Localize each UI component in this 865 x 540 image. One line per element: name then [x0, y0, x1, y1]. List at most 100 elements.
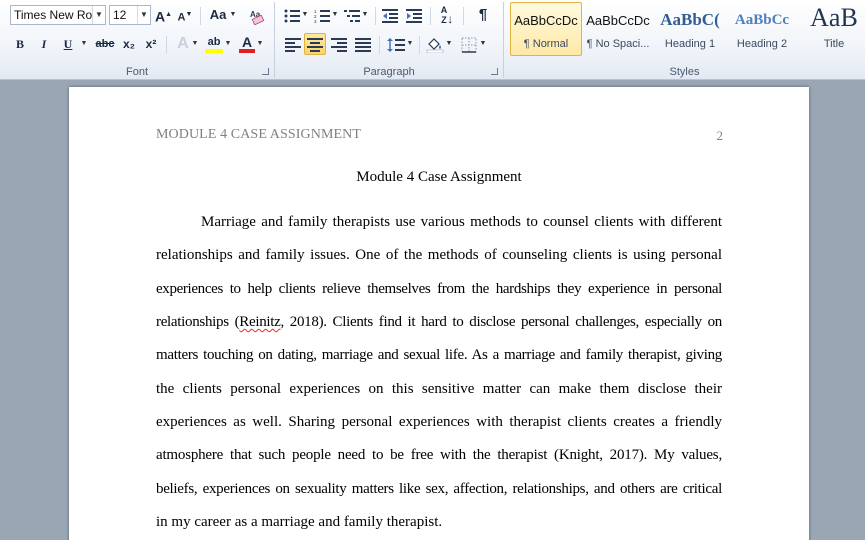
text-effects-dropdown-icon[interactable]: ▼ — [191, 33, 199, 55]
line-spacing-dropdown-icon[interactable]: ▼ — [406, 33, 414, 55]
body-line[interactable]: beliefs, experiences on sexuality matter… — [156, 481, 722, 498]
increase-indent-button[interactable] — [405, 4, 423, 26]
align-left-icon — [285, 37, 301, 52]
clear-formatting-button[interactable]: Aa — [247, 4, 267, 26]
font-name-combo[interactable]: Times New Rom ▼ — [10, 5, 106, 25]
shrink-font-button[interactable]: A▼ — [177, 4, 193, 26]
change-case-dropdown-icon[interactable]: ▼ — [229, 4, 237, 26]
separator — [379, 36, 380, 54]
line-spacing-button[interactable] — [386, 33, 406, 55]
decrease-indent-button[interactable] — [381, 4, 399, 26]
shading-dropdown-icon[interactable]: ▼ — [445, 33, 453, 55]
bold-button[interactable]: B — [12, 33, 28, 55]
style-normal[interactable]: AaBbCcDc ¶ Normal — [510, 2, 582, 56]
borders-icon — [461, 37, 477, 53]
document-area[interactable]: MODULE 4 CASE ASSIGNMENT 2 Module 4 Case… — [0, 81, 865, 540]
separator — [375, 7, 376, 25]
spelling-flag[interactable]: Reinitz — [239, 314, 281, 330]
superscript-label: x² — [145, 37, 157, 51]
style-heading-2[interactable]: AaBbCc Heading 2 — [726, 2, 798, 56]
font-size-value: 12 — [113, 8, 127, 22]
font-name-value: Times New Rom — [14, 8, 103, 22]
separator — [166, 36, 167, 54]
underline-dropdown-icon[interactable]: ▼ — [80, 33, 88, 55]
strikethrough-button[interactable]: abc — [94, 33, 116, 55]
sort-button[interactable]: A Z↓ — [437, 4, 457, 26]
grow-font-label: A — [155, 8, 166, 25]
italic-button[interactable]: I — [36, 33, 52, 55]
shrink-font-label: A — [177, 11, 186, 24]
style-heading-1-name: Heading 1 — [664, 38, 716, 50]
shading-button[interactable] — [425, 33, 445, 55]
style-heading-2-name: Heading 2 — [736, 38, 788, 50]
body-line[interactable]: relationships (Reinitz, 2018). Clients f… — [156, 314, 722, 331]
line-spacing-icon — [387, 37, 405, 52]
font-name-dropdown-icon[interactable]: ▼ — [92, 6, 105, 24]
justify-button[interactable] — [353, 33, 373, 55]
paragraph-group: ▼ 1 2 3 ▼ ▼ A Z↓ ¶ ▼ ▼ ▼ Paragraph — [275, 0, 503, 80]
body-line[interactable]: experiences to help clients relieve them… — [156, 281, 722, 298]
body-line[interactable]: relationships and family issues. One of … — [156, 247, 722, 264]
change-case-label: Aa — [209, 7, 227, 22]
highlight-button[interactable]: ab — [204, 31, 224, 53]
superscript-button[interactable]: x² — [142, 33, 160, 55]
underline-label: U — [63, 37, 73, 51]
font-color-button[interactable]: A — [238, 31, 256, 53]
paragraph-dialog-launcher-icon[interactable] — [491, 68, 498, 75]
subscript-button[interactable]: x₂ — [120, 33, 138, 55]
body-line[interactable]: the clients personal experiences on this… — [156, 381, 722, 398]
body-line[interactable]: Marriage and family therapists use vario… — [156, 214, 722, 231]
numbering-button[interactable]: 1 2 3 — [313, 4, 331, 26]
pilcrow-icon: ¶ — [478, 6, 488, 23]
align-left-button[interactable] — [283, 33, 303, 55]
font-group: Times New Rom ▼ 12 ▼ A▲ A▼ Aa ▼ Aa B I U… — [0, 0, 274, 80]
document-title[interactable]: Module 4 Case Assignment — [156, 169, 722, 186]
shading-bucket-icon — [426, 37, 444, 54]
show-formatting-button[interactable]: ¶ — [475, 4, 491, 26]
font-size-combo[interactable]: 12 ▼ — [109, 5, 151, 25]
page-header[interactable]: MODULE 4 CASE ASSIGNMENT — [156, 127, 361, 143]
numbering-icon: 1 2 3 — [314, 9, 330, 24]
style-no-spacing-sample: AaBbCcDc — [586, 13, 650, 28]
text-effects-button[interactable]: A — [173, 33, 193, 55]
document-page[interactable]: MODULE 4 CASE ASSIGNMENT 2 Module 4 Case… — [69, 87, 809, 540]
style-title[interactable]: AaB Title — [798, 2, 865, 56]
borders-dropdown-icon[interactable]: ▼ — [479, 33, 487, 55]
multilevel-list-dropdown-icon[interactable]: ▼ — [361, 4, 369, 26]
align-right-button[interactable] — [329, 33, 349, 55]
grow-font-button[interactable]: A▲ — [155, 4, 172, 26]
style-title-name: Title — [823, 38, 845, 50]
style-title-sample: AaB — [810, 3, 858, 32]
style-normal-sample: AaBbCcDc — [514, 13, 578, 28]
style-no-spacing[interactable]: AaBbCcDc ¶ No Spaci... — [582, 2, 654, 56]
numbering-dropdown-icon[interactable]: ▼ — [331, 4, 339, 26]
strikethrough-label: abc — [95, 38, 115, 50]
bullets-dropdown-icon[interactable]: ▼ — [301, 4, 309, 26]
italic-label: I — [41, 37, 47, 51]
svg-text:3: 3 — [314, 19, 317, 23]
align-center-button[interactable] — [304, 33, 326, 55]
style-no-spacing-name: ¶ No Spaci... — [586, 38, 650, 50]
bold-label: B — [15, 37, 24, 51]
underline-button[interactable]: U — [60, 33, 76, 55]
font-color-dropdown-icon[interactable]: ▼ — [256, 33, 264, 55]
font-size-dropdown-icon[interactable]: ▼ — [137, 6, 150, 24]
font-group-label: Font — [125, 66, 148, 78]
body-line[interactable]: matters touching on dating, marriage and… — [156, 347, 722, 364]
font-dialog-launcher-icon[interactable] — [262, 68, 269, 75]
multilevel-list-button[interactable] — [343, 4, 361, 26]
borders-button[interactable] — [459, 33, 479, 55]
highlight-color-bar — [205, 49, 223, 53]
highlight-dropdown-icon[interactable]: ▼ — [224, 33, 232, 55]
body-line[interactable]: in my career as a marriage and family th… — [156, 514, 722, 531]
change-case-button[interactable]: Aa — [207, 4, 229, 26]
decrease-indent-icon — [382, 8, 398, 23]
align-center-icon — [307, 37, 323, 52]
font-color-bar — [239, 49, 255, 53]
style-heading-1[interactable]: AaBbC( Heading 1 — [654, 2, 726, 56]
body-line[interactable]: atmosphere that such people need to be f… — [156, 447, 722, 464]
bullets-icon — [284, 9, 300, 23]
paragraph-group-label: Paragraph — [363, 66, 415, 78]
body-line[interactable]: experiences as well. Sharing personal ex… — [156, 414, 722, 431]
bullets-button[interactable] — [283, 4, 301, 26]
